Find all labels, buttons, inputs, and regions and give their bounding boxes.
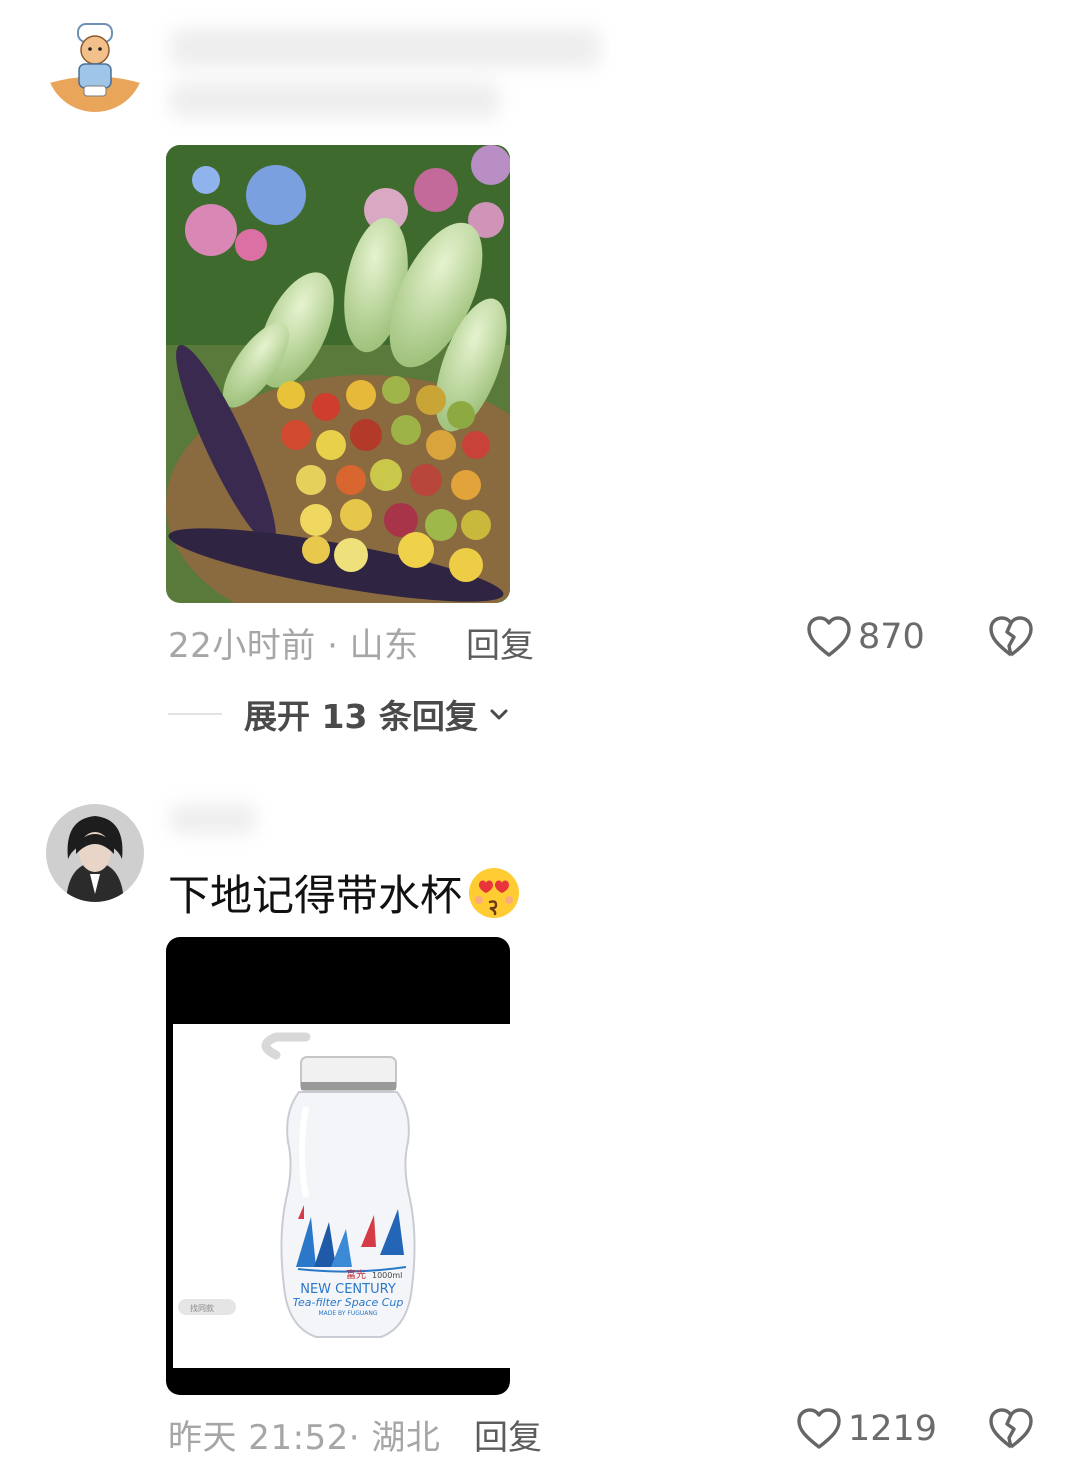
heart-eyes-kiss-emoji-icon: [466, 865, 522, 921]
comment-image-vegetables[interactable]: [166, 145, 510, 603]
dislike-broken-heart-icon[interactable]: [988, 615, 1034, 659]
comment-text-blurred: [170, 82, 500, 118]
comment-text: 下地记得带水杯: [168, 862, 522, 923]
girl-avatar-icon: [46, 804, 144, 902]
dislike-broken-heart-icon[interactable]: [988, 1407, 1034, 1451]
reply-button[interactable]: 回复: [474, 1410, 542, 1459]
heart-icon: [796, 1407, 842, 1451]
bottle-line1-text: NEW CENTURY: [300, 1282, 396, 1297]
like-button[interactable]: 870: [806, 615, 925, 659]
commenter-avatar[interactable]: [46, 14, 144, 112]
comment-time-location: 昨天 21:52· 湖北: [168, 1418, 441, 1458]
like-count: 870: [858, 617, 925, 657]
find-same-chip: 找同款: [190, 1303, 214, 1313]
comment-text-content: 下地记得带水杯: [168, 871, 463, 920]
username-blurred: [170, 28, 600, 68]
chevron-down-icon: [488, 703, 510, 725]
heart-icon: [806, 615, 852, 659]
comment-time-location: 22小时前 · 山东: [168, 626, 419, 666]
bottle-line3-text: MADE BY FUGUANG: [318, 1310, 377, 1317]
like-count: 1219: [848, 1409, 938, 1449]
like-button[interactable]: 1219: [796, 1407, 937, 1451]
username-blurred: [170, 804, 256, 834]
divider-line: [168, 713, 222, 715]
bottle-brand-text: 富光: [346, 1268, 366, 1281]
commenter-avatar[interactable]: [46, 804, 144, 902]
expand-replies-button[interactable]: 展开 13 条回复: [168, 690, 510, 738]
bottle-capacity-text: 1000ml: [372, 1271, 402, 1280]
expand-replies-label: 展开 13 条回复: [244, 697, 478, 736]
chef-avatar-icon: [46, 14, 144, 112]
bottle-line2-text: Tea-filter Space Cup: [293, 1296, 404, 1309]
comment-image-water-bottle[interactable]: 富光 1000ml NEW CENTURY Tea-filter Space C…: [166, 937, 510, 1395]
reply-button[interactable]: 回复: [466, 618, 534, 667]
